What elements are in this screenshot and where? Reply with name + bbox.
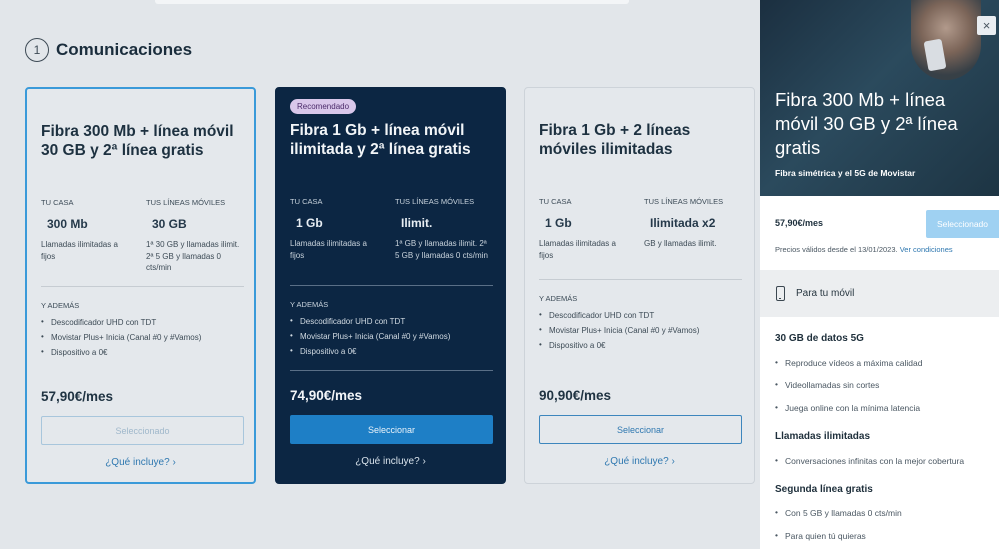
conditions-link[interactable]: Ver condiciones [900,245,953,254]
plan-card-fibra-300[interactable]: Fibra 300 Mb + línea móvil 30 GB y 2ª lí… [25,87,256,484]
feature-section-title: 30 GB de datos 5G [775,333,864,344]
hero-banner: × Fibra 300 Mb + línea móvil 30 GB y 2ª … [760,0,999,196]
drawer-price: 57,90€/mes [775,218,824,228]
plan-title: Fibra 1 Gb + 2 líneas móviles ilimitadas [539,122,691,158]
feature-section-title: Segunda línea gratis [775,484,873,495]
what-included-link[interactable]: ¿Qué incluye? › [276,456,505,467]
plan-title: Fibra 300 Mb + línea móvil 30 GB y 2ª lí… [41,123,234,159]
extras-list: Descodificador UHD con TDT Movistar Plus… [290,316,450,362]
feature-item: Reproduce vídeos a máxima calidad [775,357,923,368]
divider [290,370,493,371]
extra-item: Movistar Plus+ Inicia (Canal #0 y #Vamos… [539,325,699,335]
feature-item: Para quien tú quieras [775,530,866,541]
home-value: 1 Gb [296,216,323,230]
what-included-link[interactable]: ¿Qué incluye? › [525,456,754,467]
extra-item: Dispositivo a 0€ [539,340,699,350]
home-desc: Llamadas ilimitadas a fijos [41,240,118,261]
close-icon[interactable]: × [977,16,996,35]
drawer-selected-button[interactable]: Seleccionado [926,210,999,238]
mobile-value: Ilimitada x2 [650,216,716,230]
feature-item: Juega online con la mínima latencia [775,402,920,413]
mobile-value: Ilimit. [401,216,433,230]
step-number: 1 [25,38,49,62]
feature-item: Conversaciones infinitas con la mejor co… [775,455,964,466]
extras-label: Y ADEMÁS [290,300,329,309]
price-validity-text: Precios válidos desde el 13/01/2023. [775,245,898,254]
select-button[interactable]: Seleccionar [290,415,493,444]
drawer-subtitle: Fibra simétrica y el 5G de Movistar [775,168,916,178]
home-value: 300 Mb [47,217,88,231]
mobile-desc: 1ª GB y llamadas ilimit. 2ª 5 GB y llama… [395,239,488,260]
main-content: 1 Comunicaciones Fibra 300 Mb + línea mó… [0,0,760,549]
top-bar-fragment [155,0,629,4]
mobile-label: TUS LÍNEAS MÓVILES [644,197,724,206]
extra-item: Dispositivo a 0€ [41,347,201,357]
extra-item: Movistar Plus+ Inicia (Canal #0 y #Vamos… [290,331,450,341]
extras-label: Y ADEMÁS [41,301,80,310]
home-desc: Llamadas ilimitadas a fijos [539,239,616,260]
feature-item: Con 5 GB y llamadas 0 cts/min [775,507,902,518]
drawer-title: Fibra 300 Mb + línea móvil 30 GB y 2ª lí… [775,89,958,158]
feature-item: Videollamadas sin cortes [775,379,879,390]
extras-list: Descodificador UHD con TDT Movistar Plus… [41,317,201,363]
extra-item: Descodificador UHD con TDT [41,317,201,327]
divider [290,285,493,286]
extra-item: Movistar Plus+ Inicia (Canal #0 y #Vamos… [41,332,201,342]
section-header: 1 Comunicaciones [25,38,192,62]
feature-section-title: Llamadas ilimitadas [775,431,871,442]
mobile-section-header[interactable]: Para tu móvil [760,270,999,317]
extra-item: Descodificador UHD con TDT [539,310,699,320]
plan-detail-drawer: × Fibra 300 Mb + línea móvil 30 GB y 2ª … [760,0,999,549]
plan-price: 74,90€/mes [290,388,363,403]
divider [539,279,742,280]
home-label: TU CASA [539,197,572,206]
divider [41,286,244,287]
hero-photo [911,0,981,80]
mobile-value: 30 GB [152,217,187,231]
extra-item: Descodificador UHD con TDT [290,316,450,326]
mobile-section-label: Para tu móvil [796,288,855,299]
extras-label: Y ADEMÁS [539,294,578,303]
extra-item: Dispositivo a 0€ [290,346,450,356]
home-desc: Llamadas ilimitadas a fijos [290,239,367,260]
plan-price: 57,90€/mes [41,389,114,404]
plan-card-fibra-1gb-2-lineas[interactable]: Fibra 1 Gb + 2 líneas móviles ilimitadas… [524,87,755,484]
extras-list: Descodificador UHD con TDT Movistar Plus… [539,310,699,356]
home-label: TU CASA [41,198,74,207]
mobile-desc: GB y llamadas ilimit. [644,239,717,248]
plan-card-fibra-1gb-ilimitada[interactable]: Recomendado Fibra 1 Gb + línea móvil ili… [275,87,506,484]
mobile-label: TUS LÍNEAS MÓVILES [146,198,226,207]
plan-title: Fibra 1 Gb + línea móvil ilimitada y 2ª … [290,122,471,158]
selected-button[interactable]: Seleccionado [41,416,244,445]
what-included-link[interactable]: ¿Qué incluye? › [27,457,254,468]
mobile-label: TUS LÍNEAS MÓVILES [395,197,475,206]
mobile-desc: 1ª 30 GB y llamadas ilimit. 2ª 5 GB y ll… [146,240,240,272]
select-button[interactable]: Seleccionar [539,415,742,444]
plan-price: 90,90€/mes [539,388,612,403]
price-validity: Precios válidos desde el 13/01/2023. Ver… [775,245,953,254]
home-value: 1 Gb [545,216,572,230]
mobile-phone-icon [776,286,785,301]
home-label: TU CASA [290,197,323,206]
section-title: Comunicaciones [56,40,193,59]
recommended-badge: Recomendado [290,99,357,114]
